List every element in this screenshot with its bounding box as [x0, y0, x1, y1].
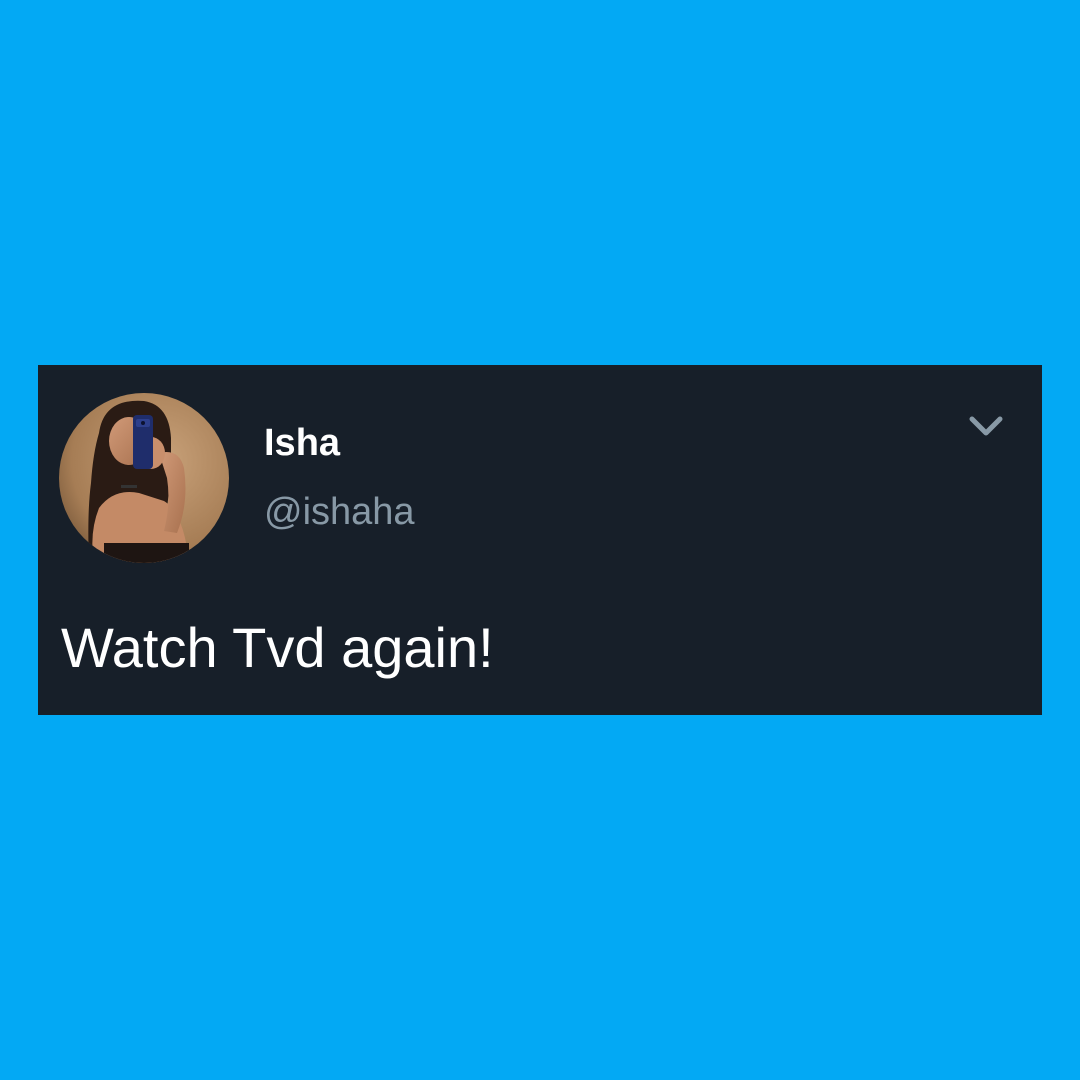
- tweet-card[interactable]: Isha @ishaha Watch Tvd again!: [38, 365, 1042, 715]
- avatar-photo: [59, 393, 229, 563]
- chevron-down-icon[interactable]: [966, 411, 1006, 443]
- tweet-text: Watch Tvd again!: [61, 616, 494, 679]
- user-handle[interactable]: @ishaha: [264, 490, 415, 534]
- display-name[interactable]: Isha: [264, 421, 340, 465]
- avatar[interactable]: [59, 393, 229, 563]
